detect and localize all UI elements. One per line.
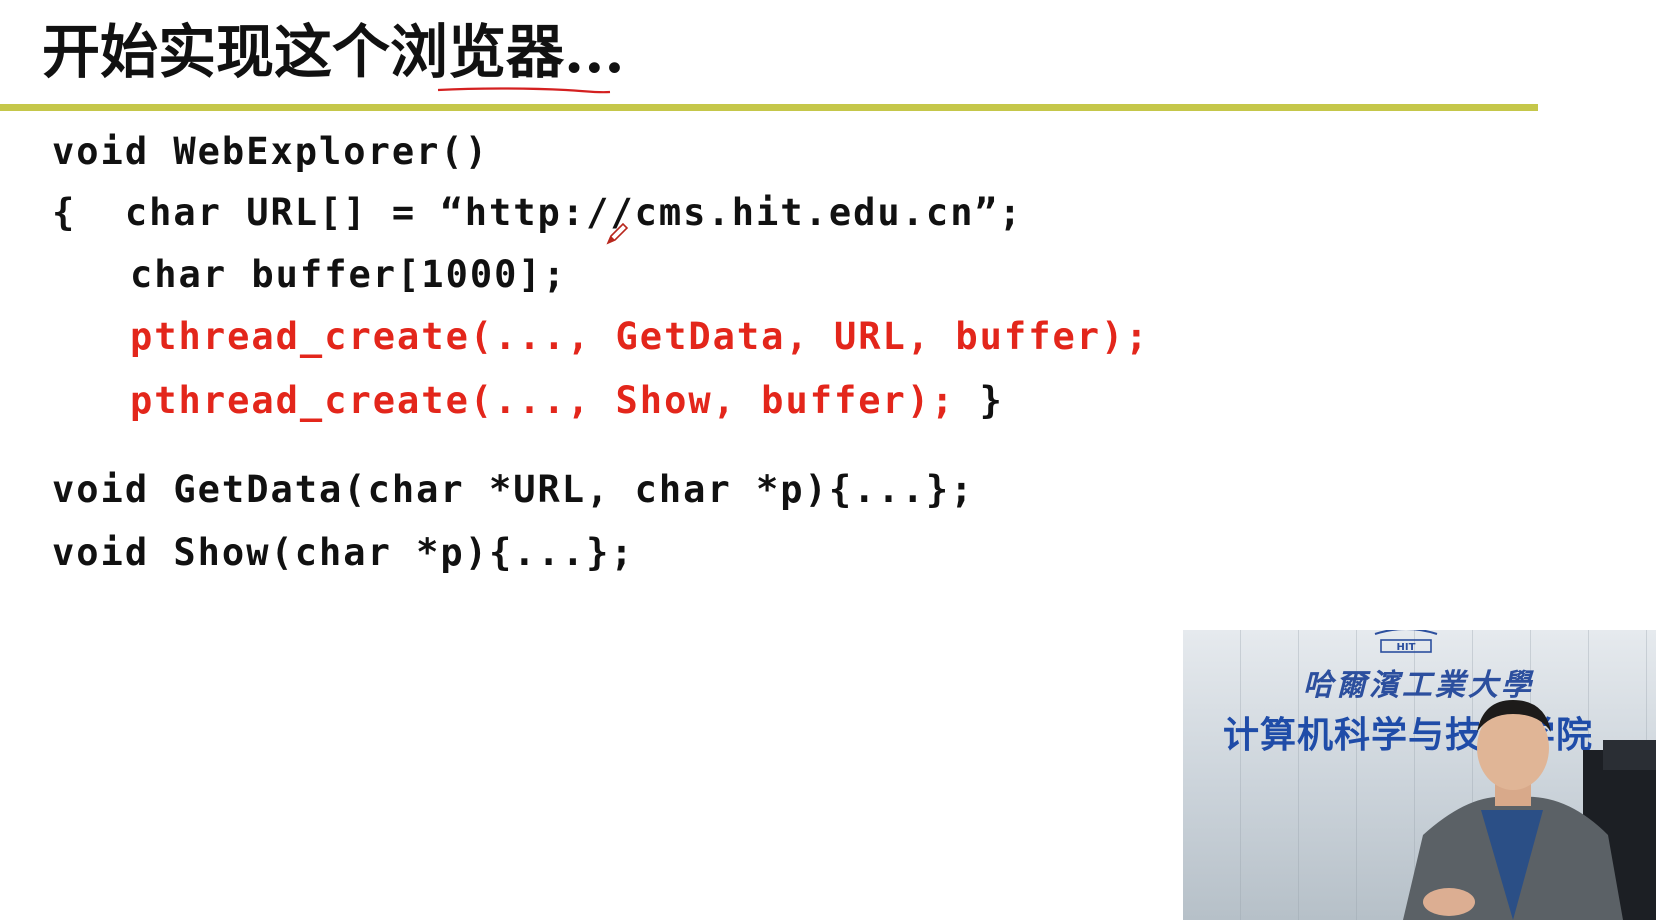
code-line-buffer-declaration: char buffer[1000]; bbox=[130, 253, 567, 296]
code-closing-brace: } bbox=[955, 379, 1004, 422]
code-line-getdata-definition: void GetData(char *URL, char *p){...}; bbox=[52, 468, 975, 511]
title-divider bbox=[0, 104, 1538, 111]
code-line-url-declaration: { char URL[] = “http://cms.hit.edu.cn”; bbox=[52, 191, 1024, 234]
code-line-pthread-getdata: pthread_create(..., GetData, URL, buffer… bbox=[130, 315, 1150, 358]
lecturer-video-overlay: HIT 哈爾濱工業大學 计算机科学与技术学院 bbox=[1183, 630, 1656, 920]
slide-title: 开始实现这个浏览器... bbox=[42, 18, 625, 86]
code-line-function-signature: void WebExplorer() bbox=[52, 130, 489, 173]
title-underline-scribble bbox=[437, 87, 611, 94]
logo-text: HIT bbox=[1397, 642, 1416, 653]
lecturer-figure bbox=[1403, 700, 1656, 920]
university-logo-icon: HIT bbox=[1374, 630, 1438, 653]
pen-cursor-icon bbox=[606, 222, 629, 245]
code-line-pthread-show: pthread_create(..., Show, buffer); } bbox=[130, 378, 1004, 424]
code-pthread-show-call: pthread_create(..., Show, buffer); bbox=[130, 379, 956, 422]
code-line-show-definition: void Show(char *p){...}; bbox=[52, 531, 635, 574]
